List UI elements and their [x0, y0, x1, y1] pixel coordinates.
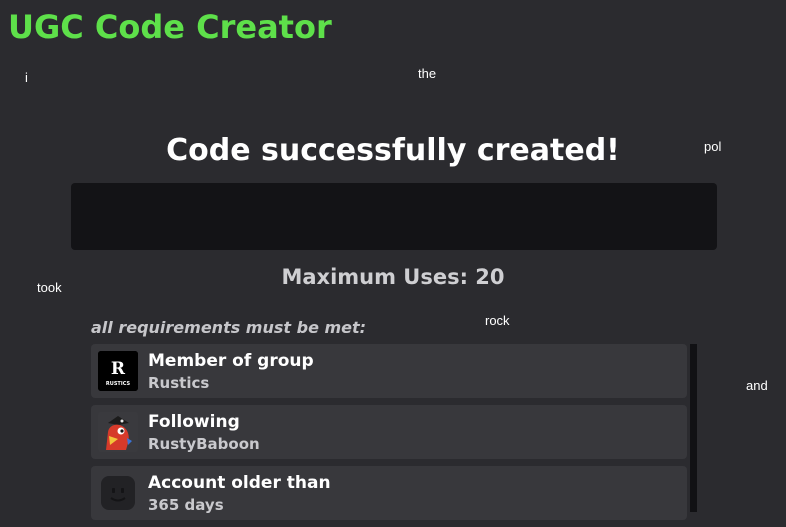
- overlay-word: rock: [485, 313, 510, 328]
- group-logo-letter: R: [111, 359, 126, 379]
- requirement-value: RustyBaboon: [148, 435, 260, 453]
- group-logo-icon: R RUSTICS: [98, 351, 138, 391]
- overlay-word: and: [746, 378, 768, 393]
- requirement-value: 365 days: [148, 496, 224, 514]
- requirements-scrollbar[interactable]: [690, 344, 697, 512]
- group-logo-caption: RUSTICS: [106, 381, 131, 387]
- requirement-group-member: R RUSTICS Member of group Rustics: [91, 344, 687, 398]
- requirement-following: Following RustyBaboon: [91, 405, 687, 459]
- requirements-list: R RUSTICS Member of group Rustics Follow…: [91, 344, 687, 527]
- requirement-account-age: Account older than 365 days: [91, 466, 687, 520]
- success-title: Code successfully created!: [166, 133, 620, 168]
- requirement-title: Member of group: [148, 351, 314, 371]
- code-display-box[interactable]: [71, 183, 717, 250]
- requirements-heading: all requirements must be met:: [91, 318, 367, 337]
- app-title: UGC Code Creator: [8, 8, 332, 46]
- requirement-value: Rustics: [148, 374, 210, 392]
- requirement-title: Following: [148, 412, 240, 432]
- max-uses-label: Maximum Uses: 20: [281, 265, 505, 289]
- overlay-word: the: [418, 66, 437, 81]
- account-face-icon: [98, 473, 138, 513]
- requirement-title: Account older than: [148, 473, 331, 493]
- overlay-word: i: [25, 70, 28, 85]
- user-avatar-icon: [98, 412, 138, 452]
